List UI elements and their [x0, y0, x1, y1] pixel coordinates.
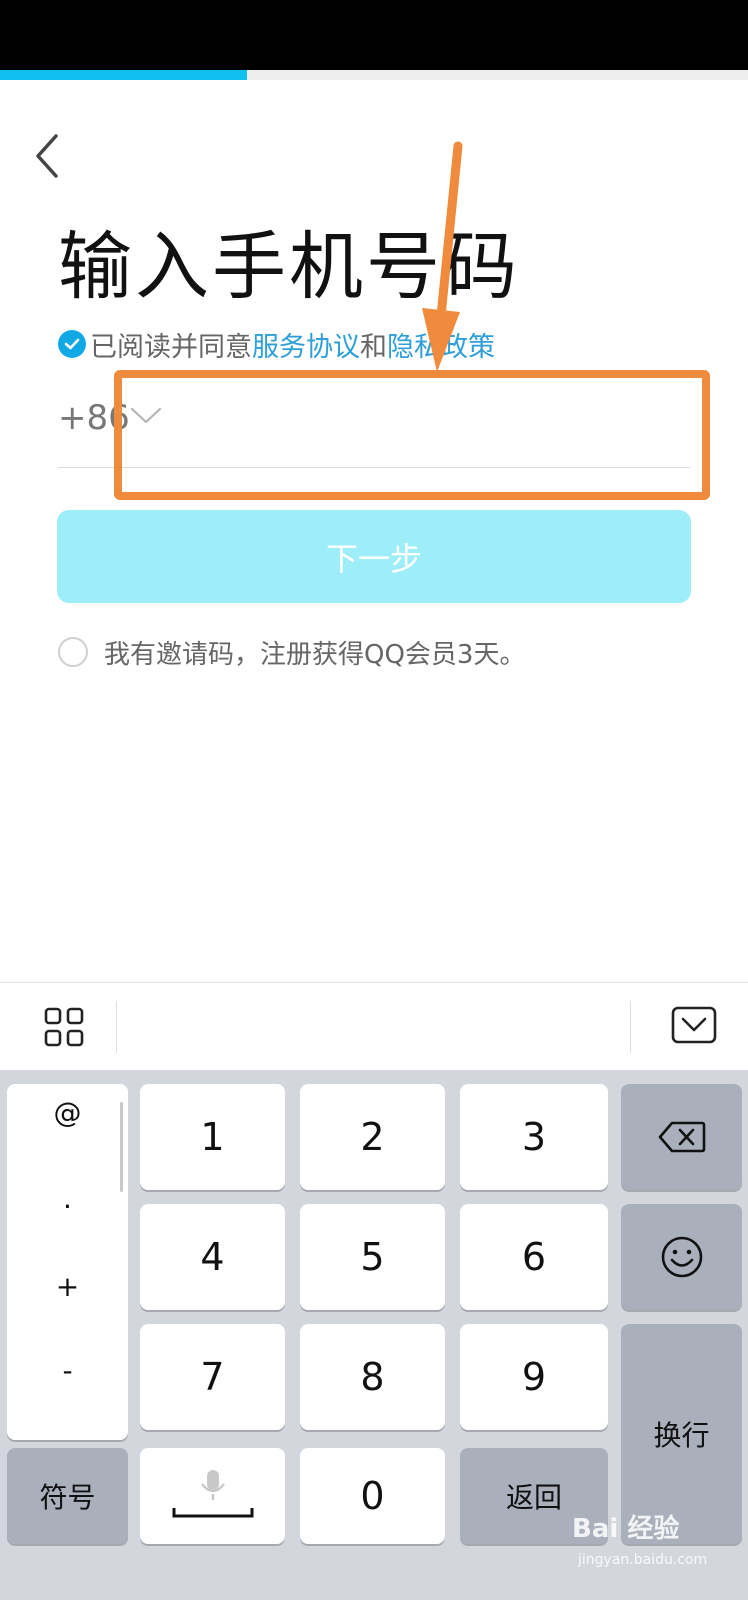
- keyboard-toolbar: [0, 982, 748, 1070]
- keyboard-hide-icon[interactable]: [670, 1005, 718, 1047]
- phone-number-input[interactable]: [182, 390, 682, 460]
- toolbar-divider: [116, 1001, 117, 1053]
- invite-code-row[interactable]: 我有邀请码，注册获得QQ会员3天。: [58, 632, 525, 672]
- progress-fill: [0, 70, 247, 80]
- invite-code-label: 我有邀请码，注册获得QQ会员3天。: [104, 639, 526, 670]
- key-2[interactable]: 2: [300, 1084, 445, 1190]
- chevron-down-icon[interactable]: [128, 404, 164, 428]
- key-4[interactable]: 4: [140, 1204, 285, 1310]
- chevron-left-icon: [36, 134, 58, 178]
- check-icon: [64, 338, 80, 350]
- toolbar-divider: [630, 1001, 631, 1053]
- emoji-key[interactable]: [621, 1204, 742, 1310]
- key-0[interactable]: 0: [300, 1448, 445, 1544]
- smiley-icon: [661, 1236, 702, 1278]
- page-title: 输入手机号码: [58, 224, 520, 310]
- symbol-key-plus[interactable]: +: [7, 1270, 128, 1303]
- symbol-key-at[interactable]: @: [7, 1096, 128, 1129]
- key-8[interactable]: 8: [300, 1324, 445, 1430]
- progress-track: [0, 70, 748, 80]
- agreement-row: 已阅读并同意 服务协议 和 隐私政策: [58, 322, 495, 366]
- key-3[interactable]: 3: [460, 1084, 608, 1190]
- space-voice-key[interactable]: [140, 1448, 285, 1544]
- symbol-list-scrollbar[interactable]: [120, 1102, 123, 1192]
- country-code[interactable]: +86: [58, 398, 130, 438]
- backspace-key[interactable]: [621, 1084, 742, 1190]
- key-7[interactable]: 7: [140, 1324, 285, 1430]
- service-agreement-link[interactable]: 服务协议: [252, 325, 360, 364]
- privacy-policy-link[interactable]: 隐私政策: [387, 325, 495, 364]
- invite-code-radio[interactable]: [58, 637, 88, 667]
- symbol-key-dot[interactable]: .: [7, 1182, 128, 1215]
- phone-input-row: +86: [58, 384, 690, 468]
- symbol-key-minus[interactable]: -: [7, 1354, 128, 1387]
- agreement-prefix: 已阅读并同意: [90, 331, 252, 363]
- back-button[interactable]: [28, 130, 72, 184]
- key-5[interactable]: 5: [300, 1204, 445, 1310]
- symbol-list[interactable]: @ . + -: [7, 1084, 128, 1440]
- agreement-connector: 和: [360, 331, 387, 363]
- key-9[interactable]: 9: [460, 1324, 608, 1430]
- key-6[interactable]: 6: [460, 1204, 608, 1310]
- agreement-checkbox[interactable]: [58, 330, 86, 358]
- key-1[interactable]: 1: [140, 1084, 285, 1190]
- microphone-icon: [172, 1470, 253, 1518]
- grid-menu-icon[interactable]: [40, 1003, 88, 1051]
- next-step-button[interactable]: 下一步: [57, 510, 691, 603]
- watermark-url: jingyan.baidu.com: [578, 1552, 708, 1568]
- status-bar: [0, 0, 748, 70]
- symbols-key[interactable]: 符号: [7, 1448, 128, 1544]
- watermark-logo: Bai 经验: [572, 1514, 680, 1544]
- backspace-icon: [658, 1121, 705, 1153]
